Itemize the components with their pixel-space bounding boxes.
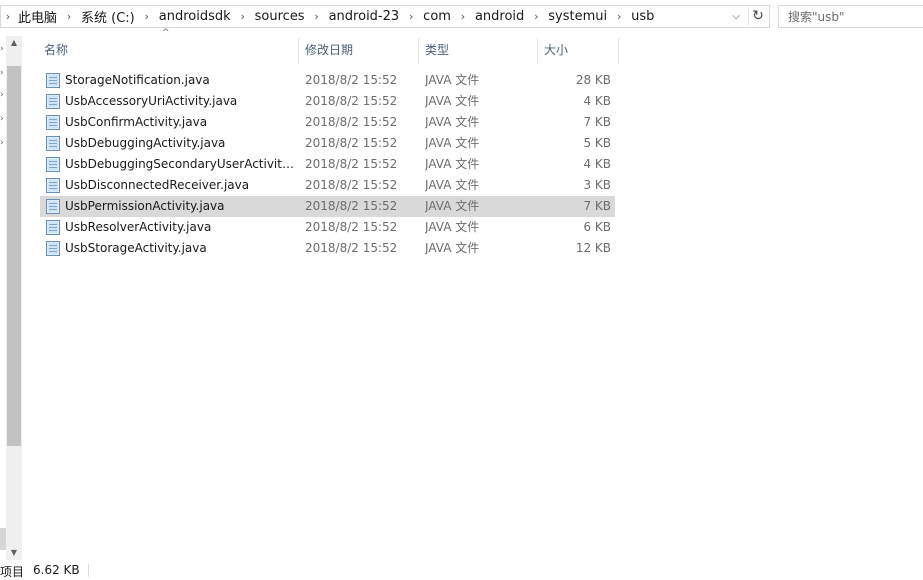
file-size: 28 KB bbox=[575, 73, 611, 87]
file-name[interactable]: StorageNotification.java bbox=[65, 70, 295, 91]
file-date: 2018/8/2 15:52 bbox=[305, 178, 398, 192]
breadcrumb-chevron-icon[interactable]: › bbox=[454, 10, 472, 23]
file-date: 2018/8/2 15:52 bbox=[305, 94, 398, 108]
file-type: JAVA 文件 bbox=[425, 157, 480, 171]
file-size: 7 KB bbox=[583, 199, 611, 213]
breadcrumb-chevron-icon[interactable]: › bbox=[610, 10, 628, 23]
breadcrumb-chevron-icon[interactable]: › bbox=[60, 10, 78, 23]
file-type: JAVA 文件 bbox=[425, 241, 480, 255]
address-row: › 此电脑 › 系统 (C:) › androidsdk › sources › android-… bbox=[0, 0, 923, 34]
file-type: JAVA 文件 bbox=[425, 94, 480, 108]
breadcrumb-item[interactable]: android bbox=[472, 9, 527, 24]
java-file-icon bbox=[46, 199, 60, 214]
breadcrumb-chevron-icon[interactable]: › bbox=[527, 10, 545, 23]
java-file-icon bbox=[46, 73, 60, 88]
file-date: 2018/8/2 15:52 bbox=[305, 220, 398, 234]
column-header: ^ 名称 修改日期 类型 大小 bbox=[40, 28, 620, 64]
column-size[interactable]: 大小 bbox=[540, 36, 618, 64]
file-name[interactable]: UsbResolverActivity.java bbox=[65, 217, 295, 238]
column-divider[interactable] bbox=[298, 38, 299, 64]
breadcrumb-item[interactable]: com bbox=[420, 9, 454, 24]
search-box[interactable] bbox=[778, 5, 923, 28]
file-size: 3 KB bbox=[583, 178, 611, 192]
file-row[interactable]: UsbConfirmActivity.java 2018/8/2 15:52 JAV… bbox=[40, 112, 615, 133]
file-list: StorageNotification.java 2018/8/2 15:52 JA… bbox=[40, 70, 615, 259]
status-bar: 项目 6.62 KB bbox=[0, 562, 923, 579]
file-date: 2018/8/2 15:52 bbox=[305, 115, 398, 129]
file-size: 7 KB bbox=[583, 115, 611, 129]
file-size: 6 KB bbox=[583, 220, 611, 234]
java-file-icon bbox=[46, 157, 60, 172]
column-divider[interactable] bbox=[618, 38, 619, 64]
scroll-up-icon[interactable]: ▲ bbox=[6, 36, 22, 50]
column-divider[interactable] bbox=[537, 38, 538, 64]
file-date: 2018/8/2 15:52 bbox=[305, 199, 398, 213]
file-row[interactable]: UsbPermissionActivity.java 2018/8/2 15:52… bbox=[40, 196, 615, 217]
vertical-scrollbar[interactable]: ▲ ▼ bbox=[6, 36, 22, 560]
file-row[interactable]: UsbDebuggingActivity.java 2018/8/2 15:52 J… bbox=[40, 133, 615, 154]
file-name[interactable]: UsbStorageActivity.java bbox=[65, 238, 295, 259]
address-bar[interactable]: › 此电脑 › 系统 (C:) › androidsdk › sources › android-… bbox=[0, 5, 770, 28]
file-type: JAVA 文件 bbox=[425, 136, 480, 150]
java-file-icon bbox=[46, 136, 60, 151]
file-name[interactable]: UsbDisconnectedReceiver.java bbox=[65, 175, 295, 196]
scroll-down-icon[interactable]: ▼ bbox=[6, 546, 22, 560]
file-type: JAVA 文件 bbox=[425, 220, 480, 234]
breadcrumb-chevron-icon[interactable]: › bbox=[138, 10, 156, 23]
file-row[interactable]: UsbDebuggingSecondaryUserActivity... 2018… bbox=[40, 154, 615, 175]
java-file-icon bbox=[46, 178, 60, 193]
java-file-icon bbox=[46, 115, 60, 130]
java-file-icon bbox=[46, 94, 60, 109]
status-items-label: 项目 bbox=[0, 565, 25, 579]
breadcrumb-chevron-icon[interactable]: › bbox=[308, 10, 326, 23]
refresh-icon[interactable]: ↻ bbox=[748, 7, 767, 25]
file-date: 2018/8/2 15:52 bbox=[305, 73, 398, 87]
file-name[interactable]: UsbPermissionActivity.java bbox=[65, 196, 295, 217]
breadcrumb-item[interactable]: systemui bbox=[545, 9, 610, 24]
file-size: 12 KB bbox=[575, 241, 611, 255]
breadcrumb-item[interactable]: usb bbox=[628, 9, 657, 24]
file-date: 2018/8/2 15:52 bbox=[305, 241, 398, 255]
status-selected-size: 6.62 KB bbox=[33, 563, 80, 577]
file-type: JAVA 文件 bbox=[425, 73, 480, 87]
search-input[interactable] bbox=[779, 6, 923, 27]
breadcrumb-item[interactable]: sources bbox=[252, 9, 308, 24]
java-file-icon bbox=[46, 220, 60, 235]
breadcrumb-chevron-icon[interactable]: › bbox=[234, 10, 252, 23]
breadcrumb-item[interactable]: 此电脑 bbox=[15, 7, 60, 26]
file-date: 2018/8/2 15:52 bbox=[305, 157, 398, 171]
file-name[interactable]: UsbDebuggingActivity.java bbox=[65, 133, 295, 154]
file-size: 4 KB bbox=[583, 94, 611, 108]
file-type: JAVA 文件 bbox=[425, 199, 480, 213]
file-row[interactable]: UsbResolverActivity.java 2018/8/2 15:52 JA… bbox=[40, 217, 615, 238]
scroll-thumb[interactable] bbox=[7, 66, 21, 446]
breadcrumb-item[interactable]: 系统 (C:) bbox=[78, 7, 138, 26]
status-divider bbox=[88, 564, 89, 577]
breadcrumb-chevron-icon[interactable]: › bbox=[1, 10, 15, 23]
breadcrumb-item[interactable]: android-23 bbox=[326, 9, 403, 24]
column-date[interactable]: 修改日期 bbox=[301, 36, 419, 64]
file-size: 4 KB bbox=[583, 157, 611, 171]
file-row[interactable]: StorageNotification.java 2018/8/2 15:52 JA… bbox=[40, 70, 615, 91]
chevron-down-icon[interactable]: ⌵ bbox=[728, 9, 744, 25]
file-name[interactable]: UsbDebuggingSecondaryUserActivity... bbox=[65, 154, 295, 175]
file-name[interactable]: UsbConfirmActivity.java bbox=[65, 112, 295, 133]
column-type[interactable]: 类型 bbox=[421, 36, 537, 64]
file-type: JAVA 文件 bbox=[425, 115, 480, 129]
column-divider[interactable] bbox=[418, 38, 419, 64]
file-type: JAVA 文件 bbox=[425, 178, 480, 192]
breadcrumb: › 此电脑 › 系统 (C:) › androidsdk › sources › android-… bbox=[1, 6, 657, 27]
column-name[interactable]: 名称 bbox=[40, 36, 298, 64]
file-row[interactable]: UsbStorageActivity.java 2018/8/2 15:52 JAV… bbox=[40, 238, 615, 259]
java-file-icon bbox=[46, 241, 60, 256]
file-date: 2018/8/2 15:52 bbox=[305, 136, 398, 150]
file-row[interactable]: UsbDisconnectedReceiver.java 2018/8/2 15:… bbox=[40, 175, 615, 196]
breadcrumb-chevron-icon[interactable]: › bbox=[402, 10, 420, 23]
file-row[interactable]: UsbAccessoryUriActivity.java 2018/8/2 15:… bbox=[40, 91, 615, 112]
file-size: 5 KB bbox=[583, 136, 611, 150]
file-name[interactable]: UsbAccessoryUriActivity.java bbox=[65, 91, 295, 112]
breadcrumb-item[interactable]: androidsdk bbox=[156, 9, 234, 24]
